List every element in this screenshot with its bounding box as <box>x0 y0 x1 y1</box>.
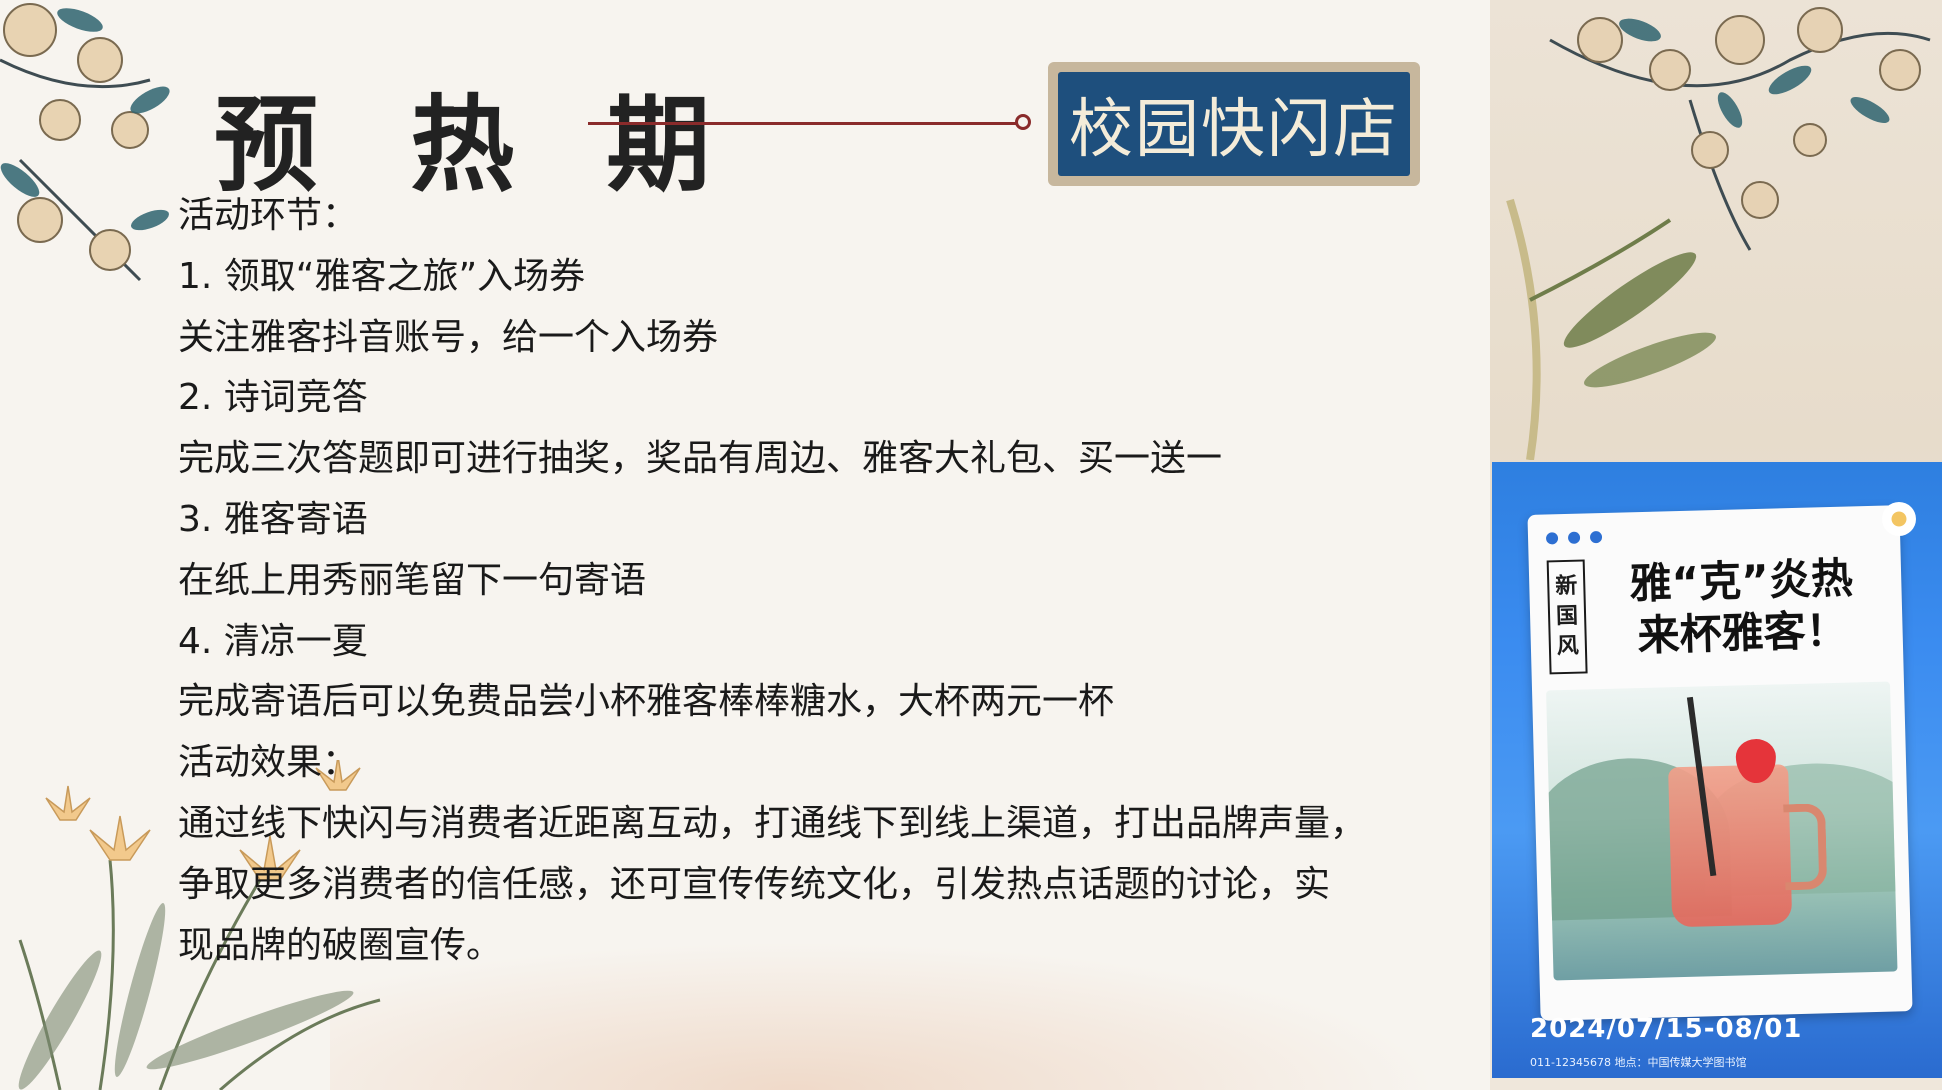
window-dots-icon <box>1545 531 1603 545</box>
floral-branch-top-right-icon <box>1506 7 1931 460</box>
section-badge-label: 校园快闪店 <box>1058 72 1410 176</box>
poster-card: 新 国 风 雅“克”炎热 来杯雅客！ <box>1527 505 1913 1021</box>
text-line: 活动环节： <box>178 195 359 236</box>
poster-headline-line-1: 雅“克”炎热 <box>1629 553 1854 609</box>
title-connector-line <box>588 122 1018 125</box>
poster-contact: 011-12345678 地点：中国传媒大学图书馆 <box>1530 1056 1747 1069</box>
poster-tag-char: 国 <box>1555 603 1579 630</box>
poster-style-tag: 新 国 风 <box>1546 559 1588 675</box>
poster-illustration <box>1546 681 1898 981</box>
flower-icon <box>1882 502 1916 536</box>
poster-date: 2024/07/15-08/01 <box>1530 1014 1803 1044</box>
text-line: 3. 雅客寄语 <box>178 498 368 540</box>
poster-tag-char: 新 <box>1554 573 1578 600</box>
drink-cup-icon <box>1668 764 1793 928</box>
slide: 预 热 期 校园快闪店 活动环节： 1. 领取“雅客之旅”入场券 关注雅客抖音账… <box>0 0 1942 1090</box>
text-line: 现品牌的破圈宣传。 <box>178 924 503 966</box>
section-badge: 校园快闪店 <box>1048 62 1420 186</box>
poster-tag-char: 风 <box>1556 633 1580 660</box>
floral-branch-top-left-icon <box>0 3 170 282</box>
text-line: 完成三次答题即可进行抽奖，奖品有周边、雅客大礼包、买一送一 <box>178 438 1223 480</box>
text-line: 活动效果： <box>178 742 359 784</box>
text-line: 在纸上用秀丽笔留下一句寄语 <box>178 559 647 601</box>
text-line: 关注雅客抖音账号，给一个入场券 <box>178 316 719 358</box>
text-line: 争取更多消费者的信任感，还可宣传传统文化，引发热点话题的讨论，实 <box>178 863 1331 905</box>
text-line: 4. 清凉一夏 <box>178 620 368 662</box>
text-line: 2. 诗词竞答 <box>178 377 368 419</box>
text-line: 1. 领取“雅客之旅”入场券 <box>178 255 586 297</box>
poster-headline-line-2: 来杯雅客！ <box>1636 605 1849 661</box>
text-line: 完成寄语后可以免费品尝小杯雅客棒棒糖水，大杯两元一杯 <box>178 681 1115 723</box>
promo-poster: 新 国 风 雅“克”炎热 来杯雅客！ 2024/07/15-08/01 011-… <box>1492 462 1942 1078</box>
poster-headline: 雅“克”炎热 来杯雅客！ <box>1591 551 1894 663</box>
activity-description: 活动环节： 1. 领取“雅客之旅”入场券 关注雅客抖音账号，给一个入场券 2. … <box>178 186 1478 976</box>
connector-dot-icon <box>1015 114 1031 130</box>
text-line: 通过线下快闪与消费者近距离互动，打通线下到线上渠道，打出品牌声量， <box>178 802 1367 844</box>
